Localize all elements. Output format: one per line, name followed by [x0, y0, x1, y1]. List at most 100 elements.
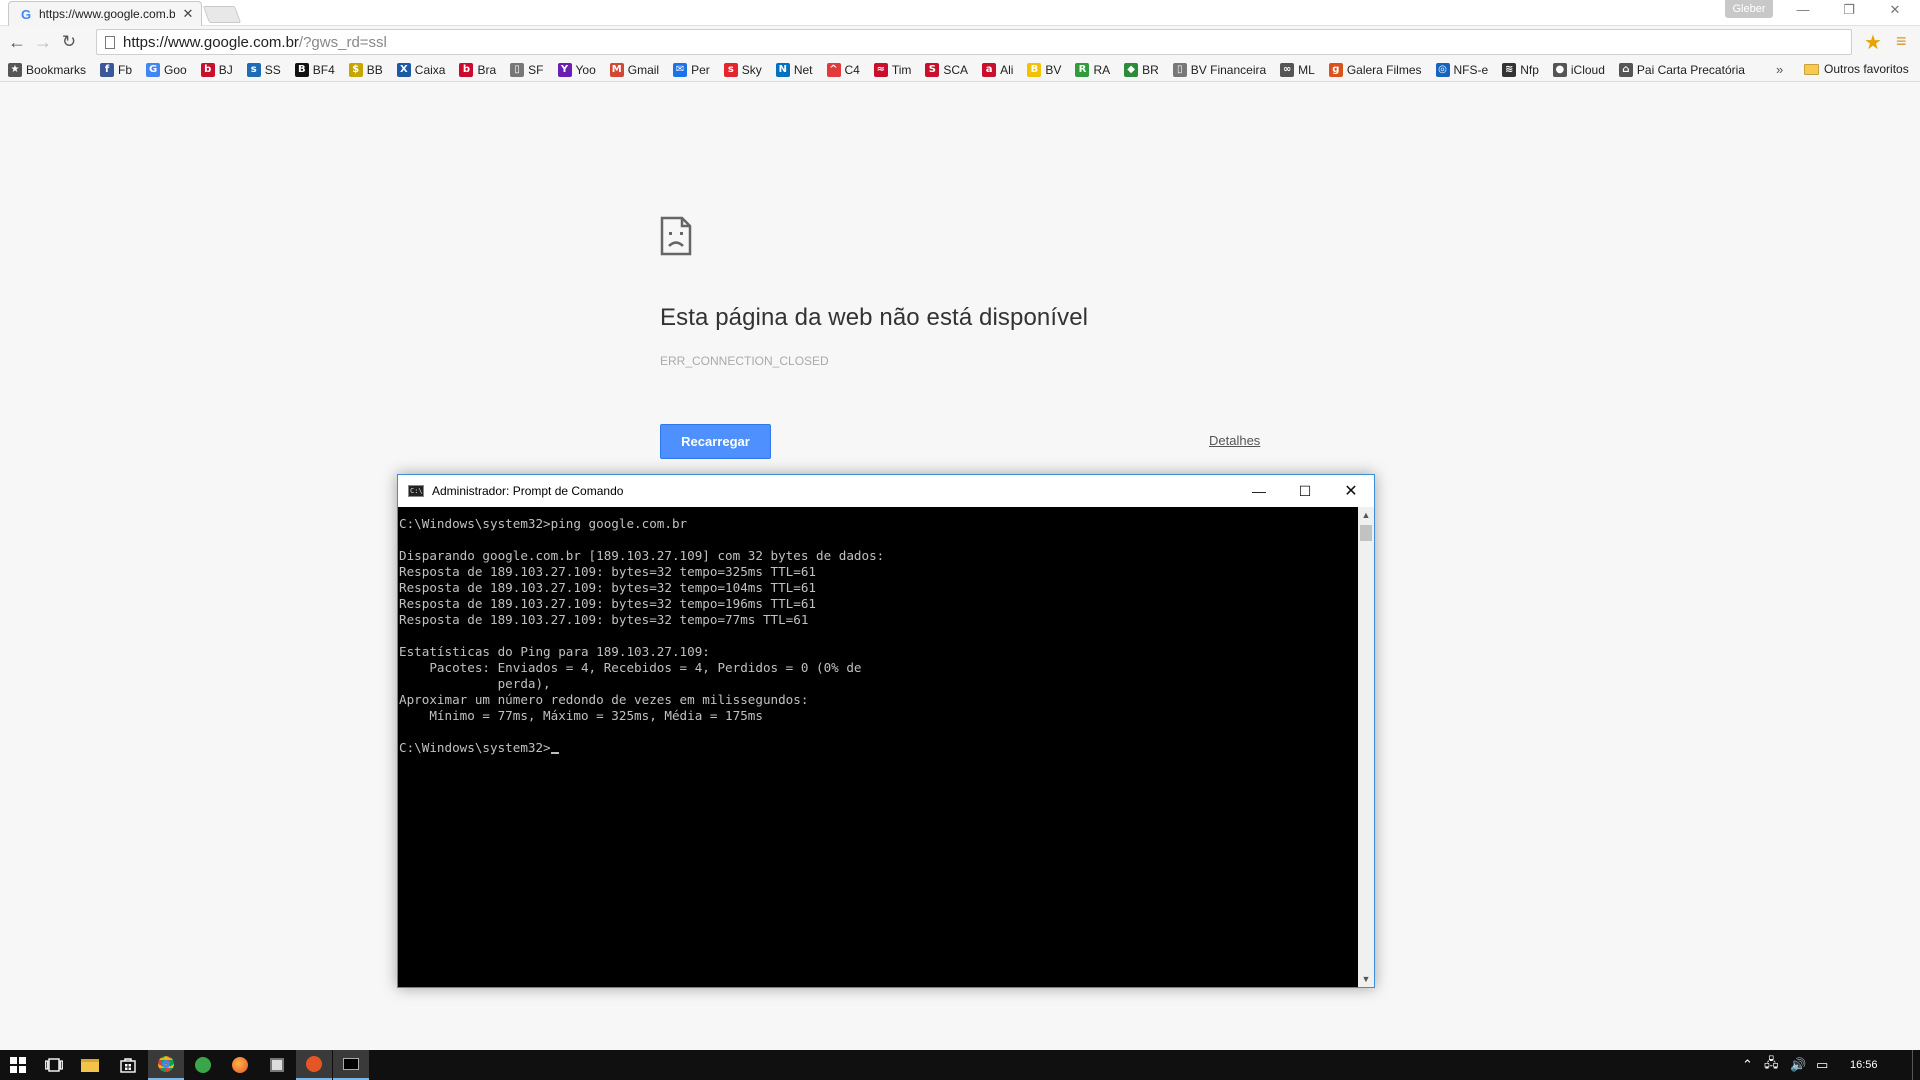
bookmark-item[interactable]: ▯ SF — [510, 62, 544, 77]
bookmark-label: C4 — [844, 62, 860, 77]
command-prompt-window[interactable]: C:\ Administrador: Prompt de Comando — ☐… — [397, 474, 1375, 988]
bookmark-item[interactable]: ≋ Nfp — [1502, 62, 1539, 77]
window-restore-icon[interactable]: ❐ — [1835, 2, 1863, 18]
console-line: C:\Windows\system32>ping google.com.br — [399, 516, 688, 531]
bookmark-item[interactable]: a Ali — [982, 62, 1013, 77]
bookmark-item[interactable]: ✉ Per — [673, 62, 710, 77]
bookmark-favicon-icon: s — [246, 62, 261, 77]
bookmark-favicon-icon: G — [146, 62, 161, 77]
bookmark-item[interactable]: g Galera Filmes — [1328, 62, 1422, 77]
scroll-down-icon[interactable]: ▼ — [1358, 971, 1374, 987]
bookmark-favicon-icon: S — [925, 62, 940, 77]
window-close-icon[interactable]: ✕ — [1881, 2, 1909, 18]
bookmark-item[interactable]: f Fb — [100, 62, 132, 77]
scroll-up-icon[interactable]: ▲ — [1358, 507, 1374, 523]
address-bar[interactable]: https://www.google.com.br/?gws_rd=ssl — [96, 29, 1852, 55]
bookmark-item[interactable]: ≈ Tim — [873, 62, 912, 77]
console-prompt-line[interactable]: C:\Windows\system32> — [399, 740, 1358, 756]
store-icon[interactable] — [110, 1050, 146, 1080]
tab-close-icon[interactable]: ✕ — [181, 6, 195, 22]
bookmark-label: RA — [1093, 62, 1111, 77]
bookmark-item[interactable]: ● iCloud — [1552, 62, 1605, 77]
file-explorer-icon[interactable] — [72, 1050, 108, 1080]
cmd-minimize-icon[interactable]: — — [1236, 475, 1282, 507]
bookmark-item[interactable]: ◆ BR — [1124, 62, 1159, 77]
bookmark-favicon-icon: ★ — [8, 62, 22, 77]
bookmark-item[interactable]: N Net — [775, 62, 813, 77]
bookmark-favicon-icon: ▯ — [1172, 62, 1187, 77]
forward-arrow-icon[interactable]: → — [30, 32, 56, 53]
bookmark-favicon-icon: ▯ — [510, 62, 525, 77]
bookmark-label: ML — [1298, 62, 1315, 77]
bookmark-item[interactable]: ∞ ML — [1280, 62, 1315, 77]
cmd-close-icon[interactable]: ✕ — [1328, 475, 1374, 507]
bookmarks-overflow-icon[interactable]: » — [1776, 62, 1783, 77]
bookmark-label: Tim — [891, 62, 912, 77]
bookmark-item[interactable]: s SS — [246, 62, 281, 77]
windows-start-icon[interactable] — [0, 1050, 36, 1080]
console-line: Resposta de 189.103.27.109: bytes=32 tem… — [399, 612, 809, 627]
app-green-icon[interactable] — [185, 1050, 221, 1080]
bookmark-favicon-icon: M — [609, 62, 624, 77]
cmd-output[interactable]: C:\Windows\system32>ping google.com.br Di… — [398, 507, 1358, 987]
bookmark-favicon-icon: N — [775, 62, 790, 77]
bookmark-item[interactable]: M Gmail — [609, 62, 659, 77]
bookmark-favicon-icon: ≈ — [873, 62, 888, 77]
console-line: Estatísticas do Ping para 189.103.27.109… — [399, 644, 710, 659]
bookmark-label: SCA — [943, 62, 969, 77]
bookmark-item[interactable]: ^ C4 — [826, 62, 860, 77]
bookmark-label: Galera Filmes — [1346, 62, 1422, 77]
cmd-titlebar[interactable]: C:\ Administrador: Prompt de Comando — [398, 475, 1374, 507]
tray-volume-icon[interactable]: 🔊 — [1790, 1050, 1806, 1080]
bookmark-label: BB — [366, 62, 383, 77]
bookmark-item[interactable]: b Bra — [459, 62, 496, 77]
bookmark-item[interactable]: G Goo — [146, 62, 187, 77]
app-orange-icon[interactable] — [296, 1050, 332, 1080]
bookmark-item[interactable]: s Sky — [723, 62, 762, 77]
tray-network-icon[interactable]: 🖧 — [1764, 1050, 1779, 1080]
reload-icon[interactable]: ↻ — [56, 32, 82, 52]
profile-badge[interactable]: Gleber — [1725, 0, 1773, 18]
bookmark-item[interactable]: X Caixa — [396, 62, 445, 77]
app-editor-icon[interactable] — [259, 1050, 295, 1080]
taskbar: ⌃ 🖧 🔊 ▭ 16:56 — [0, 1050, 1920, 1080]
bookmark-item[interactable]: ★ Bookmarks — [8, 62, 86, 77]
bookmark-favicon-icon: ^ — [826, 62, 841, 77]
task-view-icon[interactable] — [36, 1050, 72, 1080]
back-arrow-icon[interactable]: ← — [4, 32, 30, 53]
chrome-taskbar-icon[interactable] — [148, 1050, 184, 1080]
other-bookmarks-folder[interactable]: Outros favoritos — [1804, 62, 1909, 76]
bookmark-item[interactable]: S SCA — [925, 62, 969, 77]
new-tab-button[interactable] — [202, 6, 242, 23]
bookmark-item[interactable]: ▯ BV Financeira — [1172, 62, 1266, 77]
cmd-maximize-icon[interactable]: ☐ — [1282, 475, 1328, 507]
bookmark-item[interactable]: B BF4 — [294, 62, 335, 77]
firefox-icon[interactable] — [222, 1050, 258, 1080]
bookmark-item[interactable]: b BJ — [200, 62, 233, 77]
bookmark-item[interactable]: ◎ NFS-e — [1435, 62, 1488, 77]
text-cursor — [550, 752, 559, 754]
browser-tab[interactable]: G https://www.google.com.b ✕ — [8, 1, 202, 26]
tray-notifications-icon[interactable]: ▭ — [1816, 1050, 1828, 1080]
bookmark-item[interactable]: $ BB — [348, 62, 383, 77]
tray-overflow-icon[interactable]: ⌃ — [1742, 1050, 1753, 1080]
bookmark-item[interactable]: ⌂ Pai Carta Precatória — [1618, 62, 1745, 77]
bookmark-favicon-icon: a — [982, 62, 997, 77]
show-desktop-button[interactable] — [1912, 1050, 1920, 1080]
bookmark-star-icon[interactable]: ★ — [1864, 30, 1882, 55]
bookmark-item[interactable]: R RA — [1075, 62, 1111, 77]
window-minimize-icon[interactable]: — — [1789, 2, 1817, 17]
bookmark-favicon-icon: Y — [557, 62, 572, 77]
bookmark-item[interactable]: Y Yoo — [557, 62, 596, 77]
reload-button[interactable]: Recarregar — [660, 424, 771, 459]
taskbar-clock[interactable]: 16:56 — [1850, 1050, 1878, 1080]
cmd-scrollbar[interactable]: ▲ ▼ — [1358, 507, 1374, 987]
cmd-taskbar-icon[interactable] — [333, 1050, 369, 1080]
scroll-thumb[interactable] — [1360, 525, 1372, 541]
console-line: Resposta de 189.103.27.109: bytes=32 tem… — [399, 596, 817, 611]
bookmark-item[interactable]: B BV — [1027, 62, 1061, 77]
chrome-menu-icon[interactable]: ≡ — [1896, 31, 1907, 52]
details-link[interactable]: Detalhes — [1209, 433, 1260, 448]
cmd-title: Administrador: Prompt de Comando — [432, 484, 624, 498]
console-line: Disparando google.com.br [189.103.27.109… — [399, 548, 885, 563]
